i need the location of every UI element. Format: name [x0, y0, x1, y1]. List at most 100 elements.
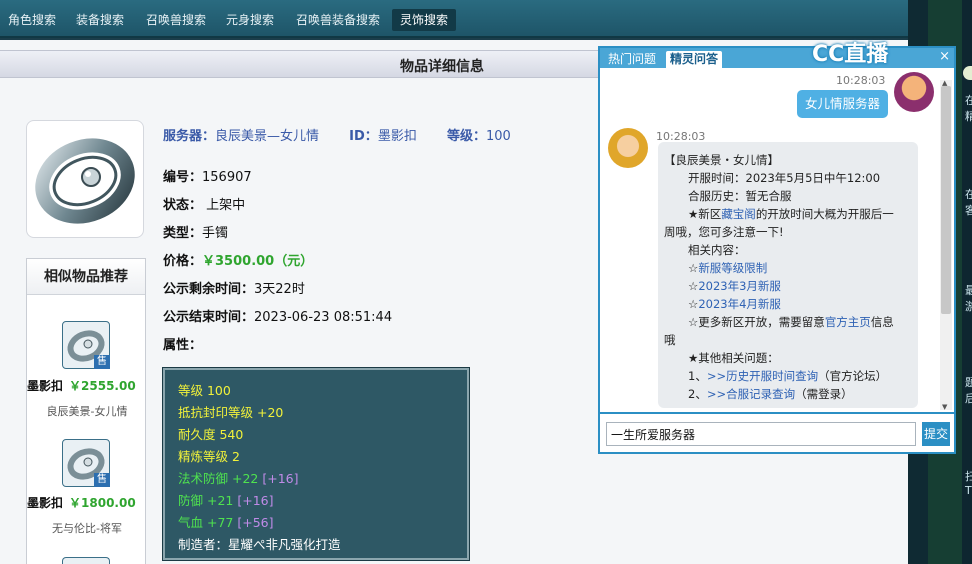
- reply-line: ☆更多新区开放，需要留意官方主页信息: [688, 315, 894, 329]
- number-value: 156907: [202, 170, 252, 185]
- tab-body-search[interactable]: 元身搜索: [222, 9, 278, 31]
- side-panel-text: 在: [965, 94, 972, 107]
- reply-line: ☆2023年4月新服: [688, 297, 781, 311]
- new-server-level-link[interactable]: 新服等级限制: [698, 261, 767, 275]
- reply-line: 1、>>历史开服时间查询（官方论坛）: [688, 369, 888, 383]
- similar-item-name[interactable]: 墨影扣 ￥2555.00: [27, 377, 147, 394]
- scroll-down-icon[interactable]: ▼: [942, 403, 947, 411]
- similar-item-thumbnail[interactable]: 售: [62, 439, 110, 487]
- remaining-time-value: 3天22时: [254, 282, 305, 297]
- attribute-line: 精炼等级 2: [178, 449, 240, 464]
- tab-spirit-qa[interactable]: 精灵问答: [666, 51, 723, 68]
- type-row: 类型：手镯: [163, 222, 228, 241]
- item-image: [26, 120, 144, 238]
- number-label: 编号：: [163, 170, 203, 185]
- tab-role-search[interactable]: 角色搜索: [4, 9, 60, 31]
- attributes-box: 等级 100 抵抗封印等级 +20 耐久度 540 精炼等级 2 法术防御 +2…: [162, 367, 470, 561]
- end-time-value: 2023-06-23 08:51:44: [254, 310, 393, 325]
- attribute-line: 等级 100: [178, 383, 231, 398]
- attribute-line: 防御 +21 [+16]: [178, 493, 274, 508]
- march-new-server-link[interactable]: 2023年3月新服: [698, 279, 781, 293]
- top-nav: 角色搜索 装备搜索 召唤兽搜索 元身搜索 召唤兽装备搜索 灵饰搜索: [0, 0, 908, 38]
- similar-item-server: 良辰美景-女儿情: [46, 405, 128, 418]
- chat-tabs: 热门问题 精灵问答 ×: [600, 48, 954, 68]
- tab-pet-search[interactable]: 召唤兽搜索: [142, 9, 210, 31]
- attribute-line: 气血 +77 [+56]: [178, 515, 274, 530]
- similar-item-price: ￥2555.00: [69, 379, 136, 393]
- reply-line: 相关内容：: [688, 243, 746, 257]
- side-panel-text: 后: [965, 392, 972, 405]
- side-panel-text: 游: [965, 300, 972, 313]
- side-panel-text: T: [965, 484, 972, 497]
- id-value: 墨影扣: [377, 129, 417, 144]
- chat-divider: [600, 412, 954, 414]
- similar-item-title: 墨影扣: [27, 496, 64, 510]
- attributes-row: 属性：: [163, 334, 202, 353]
- submit-button[interactable]: 提交: [922, 422, 950, 446]
- tab-equipment-search[interactable]: 装备搜索: [72, 9, 128, 31]
- user-avatar: [894, 72, 934, 112]
- side-panel-text: 最: [965, 284, 972, 297]
- april-new-server-link[interactable]: 2023年4月新服: [698, 297, 781, 311]
- reply-line: 哦: [664, 333, 676, 347]
- server-value: 良辰美景—女儿情: [215, 129, 320, 144]
- sale-badge: 售: [94, 473, 110, 487]
- attribute-line: 耐久度 540: [178, 427, 244, 442]
- history-open-time-link[interactable]: >>历史开服时间查询: [707, 369, 818, 383]
- similar-item-title: 墨影扣: [27, 379, 64, 393]
- server-label: 服务器：: [163, 129, 216, 144]
- user-message-bubble: 女儿情服务器: [797, 90, 889, 118]
- page-title: 物品详细信息: [400, 59, 484, 75]
- user-message-time: 10:28:03: [836, 74, 886, 87]
- chat-scrollbar-thumb[interactable]: [941, 86, 951, 314]
- reply-line: ☆新服等级限制: [688, 261, 768, 275]
- price-row: 价格：￥3500.00（元）: [163, 250, 313, 269]
- reply-line: 开服时间：2023年5月5日中午12:00: [688, 171, 881, 185]
- similar-item-price: ￥1800.00: [69, 496, 136, 510]
- remaining-time-label: 公示剩余时间：: [163, 282, 255, 297]
- cc-live-logo: CC直播: [812, 36, 888, 68]
- type-label: 类型：: [163, 226, 203, 241]
- similar-item-thumbnail[interactable]: 售: [62, 321, 110, 369]
- reply-line: 【良辰美景・女儿情】: [664, 153, 779, 167]
- cc-logo-text: CC直播: [812, 42, 889, 67]
- side-panel-text: 题: [965, 376, 972, 389]
- cangbaoge-link[interactable]: 藏宝阁: [721, 207, 756, 221]
- side-panel-text: 扫: [965, 470, 972, 483]
- bracelet-icon: [35, 138, 135, 224]
- tab-ornament-search[interactable]: 灵饰搜索: [392, 9, 457, 31]
- official-homepage-link[interactable]: 官方主页: [825, 315, 871, 329]
- similar-item-server: 无与伦比-将军: [52, 522, 122, 535]
- tab-hot-questions[interactable]: 热门问题: [604, 51, 660, 68]
- merge-record-link[interactable]: >>合服记录查询: [707, 387, 795, 401]
- reply-line: 合服历史：暂无合服: [688, 189, 792, 203]
- side-panel-marker: [963, 66, 972, 80]
- reply-line: ★新区藏宝阁的开放时间大概为开服后一: [688, 207, 894, 221]
- attributes-label: 属性：: [163, 338, 203, 353]
- reply-line: 2、>>合服记录查询（需登录）: [688, 387, 853, 401]
- status-label: 状态：: [163, 198, 203, 213]
- tab-pet-equipment-search[interactable]: 召唤兽装备搜索: [292, 9, 384, 31]
- reply-line: ☆2023年3月新服: [688, 279, 781, 293]
- remaining-time-row: 公示剩余时间：3天22时: [163, 278, 305, 297]
- chat-input[interactable]: [606, 422, 916, 446]
- chat-scrollbar[interactable]: ▲ ▼: [940, 79, 952, 411]
- bot-avatar: [608, 128, 648, 168]
- level-label: 等级：: [446, 129, 486, 144]
- close-icon[interactable]: ×: [939, 49, 950, 64]
- side-panel-text: 客: [965, 204, 972, 217]
- price-value: ￥3500.00（元）: [202, 254, 314, 269]
- similar-items-panel: 相似物品推荐 售 墨影扣 ￥2555.00 良辰美景-女儿情 售 墨影扣 ￥1800…: [26, 258, 146, 564]
- bot-reply-bubble: 【良辰美景・女儿情】 开服时间：2023年5月5日中午12:00 合服历史：暂无…: [658, 142, 918, 408]
- attribute-line: 制造者：星耀ぺ非凡强化打造: [178, 537, 341, 552]
- end-time-row: 公示结束时间：2023-06-23 08:51:44: [163, 306, 392, 325]
- side-panel-text: 精: [965, 110, 972, 123]
- similar-item-name[interactable]: 墨影扣 ￥1800.00: [27, 494, 147, 511]
- id-label: ID：: [349, 129, 378, 144]
- attribute-line: 法术防御 +22 [+16]: [178, 471, 299, 486]
- number-row: 编号：156907: [163, 166, 252, 185]
- status-value: 上架中: [206, 198, 246, 213]
- status-row: 状态： 上架中: [163, 194, 245, 213]
- similar-item-thumbnail[interactable]: [62, 557, 110, 564]
- server-info-row: 服务器：良辰美景—女儿情 ID：墨影扣 等级：100: [163, 125, 511, 144]
